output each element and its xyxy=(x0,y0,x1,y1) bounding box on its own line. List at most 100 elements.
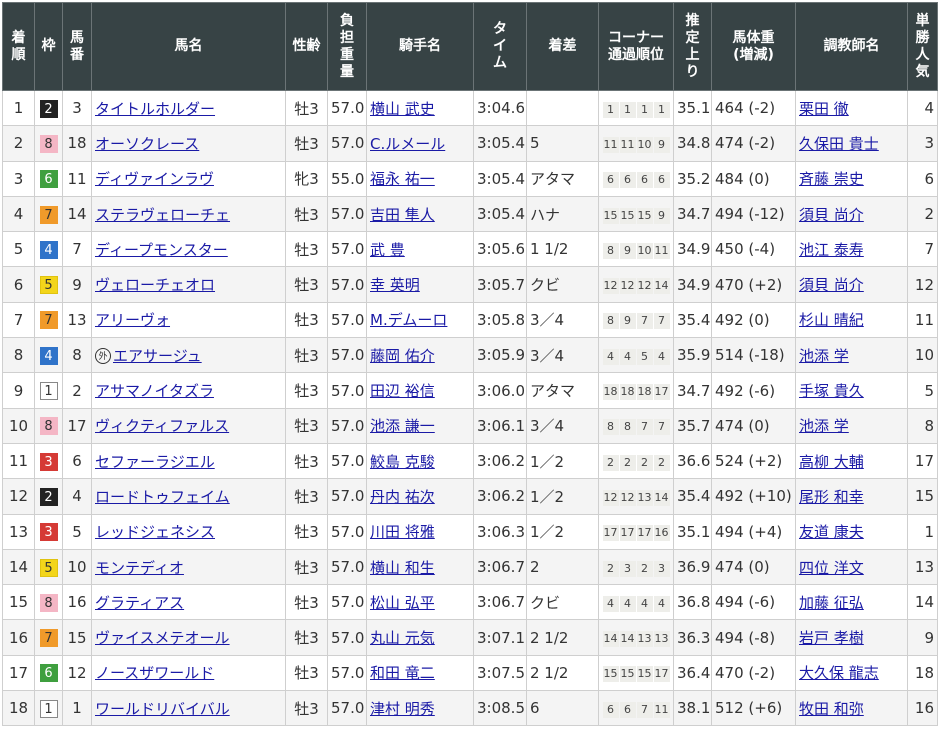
horse-name-link[interactable]: ディープモンスター xyxy=(95,241,228,259)
corner-passing: 4454 xyxy=(598,337,674,374)
popularity: 4 xyxy=(907,89,938,127)
corner-position: 6 xyxy=(619,701,636,718)
waku-badge: 7 xyxy=(39,311,58,330)
trainer-link[interactable]: 高柳 大輔 xyxy=(799,453,864,471)
passing-order: 6666 xyxy=(602,172,670,189)
corner-position: 4 xyxy=(653,348,670,365)
waku-cell: 8 xyxy=(34,584,63,621)
jockey-link[interactable]: 横山 和生 xyxy=(370,559,435,577)
jockey-link[interactable]: 丹内 祐次 xyxy=(370,488,435,506)
jockey-link[interactable]: 藤岡 佑介 xyxy=(370,347,435,365)
finish-rank: 17 xyxy=(2,654,35,692)
corner-position: 15 xyxy=(602,666,619,683)
trainer-link[interactable]: 牧田 和弥 xyxy=(799,700,864,718)
waku-cell: 3 xyxy=(34,513,63,550)
jockey-link[interactable]: 吉田 隼人 xyxy=(370,206,435,224)
jockey-link[interactable]: 和田 竜二 xyxy=(370,664,435,682)
horse-name-link[interactable]: ワールドリバイバル xyxy=(95,700,230,718)
horse-name-link[interactable]: レッドジェネシス xyxy=(95,523,215,541)
last-3f: 34.9 xyxy=(673,231,712,268)
corner-position: 15 xyxy=(619,666,636,683)
last-3f: 35.1 xyxy=(673,513,712,550)
jockey-link[interactable]: 松山 弘平 xyxy=(370,594,435,612)
trainer-link[interactable]: 四位 洋文 xyxy=(799,559,864,577)
trainer-link[interactable]: 須貝 尚介 xyxy=(799,206,864,224)
jockey-link[interactable]: 武 豊 xyxy=(370,241,405,259)
body-weight: 494 (-12) xyxy=(711,195,796,233)
corner-position: 9 xyxy=(619,242,636,259)
horse-name-cell: オーソクレース xyxy=(91,125,286,162)
table-row: 1 2 3 タイトルホルダー 牡3 57.0 横山 武史 3:04.6 1 1 1 1 35.1 464 … xyxy=(2,89,938,127)
horse-name-link[interactable]: ディヴァインラヴ xyxy=(95,170,214,188)
trainer-cell: 牧田 和弥 xyxy=(795,690,908,727)
horse-name-link[interactable]: グラティアス xyxy=(95,594,184,612)
waku-cell: 8 xyxy=(34,407,63,444)
jockey-link[interactable]: 津村 明秀 xyxy=(370,700,435,718)
popularity: 2 xyxy=(907,195,938,233)
horse-name-link[interactable]: アリーヴォ xyxy=(95,311,170,329)
sex-age: 牡3 xyxy=(285,89,328,127)
jockey-link[interactable]: 幸 英明 xyxy=(370,276,420,294)
table-row: 13 3 5 レッドジェネシス 牡3 57.0 川田 将雅 3:06.3 1／2 17 17 17 16… xyxy=(2,513,938,550)
jockey-cell: 鮫島 克駿 xyxy=(366,442,474,480)
horse-name-link[interactable]: ステラヴェローチェ xyxy=(95,206,230,224)
horse-name-link[interactable]: ヴェローチェオロ xyxy=(95,276,215,294)
corner-position: 12 xyxy=(619,278,636,295)
corner-position: 4 xyxy=(619,348,636,365)
jockey-link[interactable]: C.ルメール xyxy=(370,135,445,153)
corner-position: 4 xyxy=(636,595,653,612)
horse-name-link[interactable]: エアサージュ xyxy=(113,347,202,365)
corner-position: 17 xyxy=(653,384,670,401)
jockey-link[interactable]: 福永 祐一 xyxy=(370,170,435,188)
trainer-link[interactable]: 尾形 和幸 xyxy=(799,488,864,506)
trainer-link[interactable]: 大久保 龍志 xyxy=(799,664,879,682)
trainer-cell: 尾形 和幸 xyxy=(795,478,908,515)
trainer-link[interactable]: 池添 学 xyxy=(799,417,849,435)
jockey-link[interactable]: 田辺 裕信 xyxy=(370,382,435,400)
popularity: 6 xyxy=(907,160,938,197)
corner-position: 7 xyxy=(636,701,653,718)
trainer-link[interactable]: 須貝 尚介 xyxy=(799,276,864,294)
horse-name-cell: ノースザワールド xyxy=(91,654,286,692)
finish-rank: 10 xyxy=(2,407,35,444)
trainer-link[interactable]: 友道 康夫 xyxy=(799,523,864,541)
jockey-link[interactable]: 横山 武史 xyxy=(370,100,435,118)
trainer-link[interactable]: 久保田 貴士 xyxy=(799,135,879,153)
jockey-link[interactable]: 鮫島 克駿 xyxy=(370,453,435,471)
margin: 3／4 xyxy=(526,337,599,374)
corner-position: 7 xyxy=(636,313,653,330)
body-weight: 474 (0) xyxy=(711,407,796,444)
jockey-cell: 丹内 祐次 xyxy=(366,478,474,515)
trainer-link[interactable]: 栗田 徹 xyxy=(799,100,849,118)
trainer-link[interactable]: 池江 泰寿 xyxy=(799,241,864,259)
horse-name-link[interactable]: ヴァイスメテオール xyxy=(95,629,230,647)
jockey-link[interactable]: 丸山 元気 xyxy=(370,629,435,647)
corner-position: 4 xyxy=(602,595,619,612)
jockey-link[interactable]: 川田 将雅 xyxy=(370,523,435,541)
horse-name-link[interactable]: オーソクレース xyxy=(95,135,199,153)
umaban: 7 xyxy=(62,231,92,268)
trainer-link[interactable]: 手塚 貴久 xyxy=(799,382,864,400)
jockey-link[interactable]: 池添 謙一 xyxy=(370,417,435,435)
trainer-link[interactable]: 加藤 征弘 xyxy=(799,594,864,612)
horse-name-link[interactable]: ノースザワールド xyxy=(95,664,214,682)
trainer-link[interactable]: 岩戸 孝樹 xyxy=(799,629,864,647)
trainer-link[interactable]: 斉藤 崇史 xyxy=(799,170,864,188)
horse-name-link[interactable]: タイトルホルダー xyxy=(95,100,215,118)
corner-position: 10 xyxy=(636,242,653,259)
horse-name-link[interactable]: モンテディオ xyxy=(95,559,184,577)
body-weight: 450 (-4) xyxy=(711,231,796,268)
trainer-link[interactable]: 杉山 晴紀 xyxy=(799,311,864,329)
jockey-link[interactable]: M.デムーロ xyxy=(370,311,447,329)
last-3f: 34.7 xyxy=(673,195,712,233)
horse-name-link[interactable]: アサマノイタズラ xyxy=(95,382,214,400)
horse-name-cell: ヴァイスメテオール xyxy=(91,619,286,656)
corner-passing: 17 17 17 16 xyxy=(598,513,674,550)
finish-time: 3:08.5 xyxy=(473,690,527,727)
trainer-link[interactable]: 池添 学 xyxy=(799,347,849,365)
horse-name-link[interactable]: ロードトゥフェイム xyxy=(95,488,230,506)
horse-name-link[interactable]: セファーラジエル xyxy=(95,453,215,471)
finish-time: 3:05.4 xyxy=(473,125,527,162)
horse-name-link[interactable]: ヴィクティファルス xyxy=(95,417,229,435)
popularity: 3 xyxy=(907,125,938,162)
